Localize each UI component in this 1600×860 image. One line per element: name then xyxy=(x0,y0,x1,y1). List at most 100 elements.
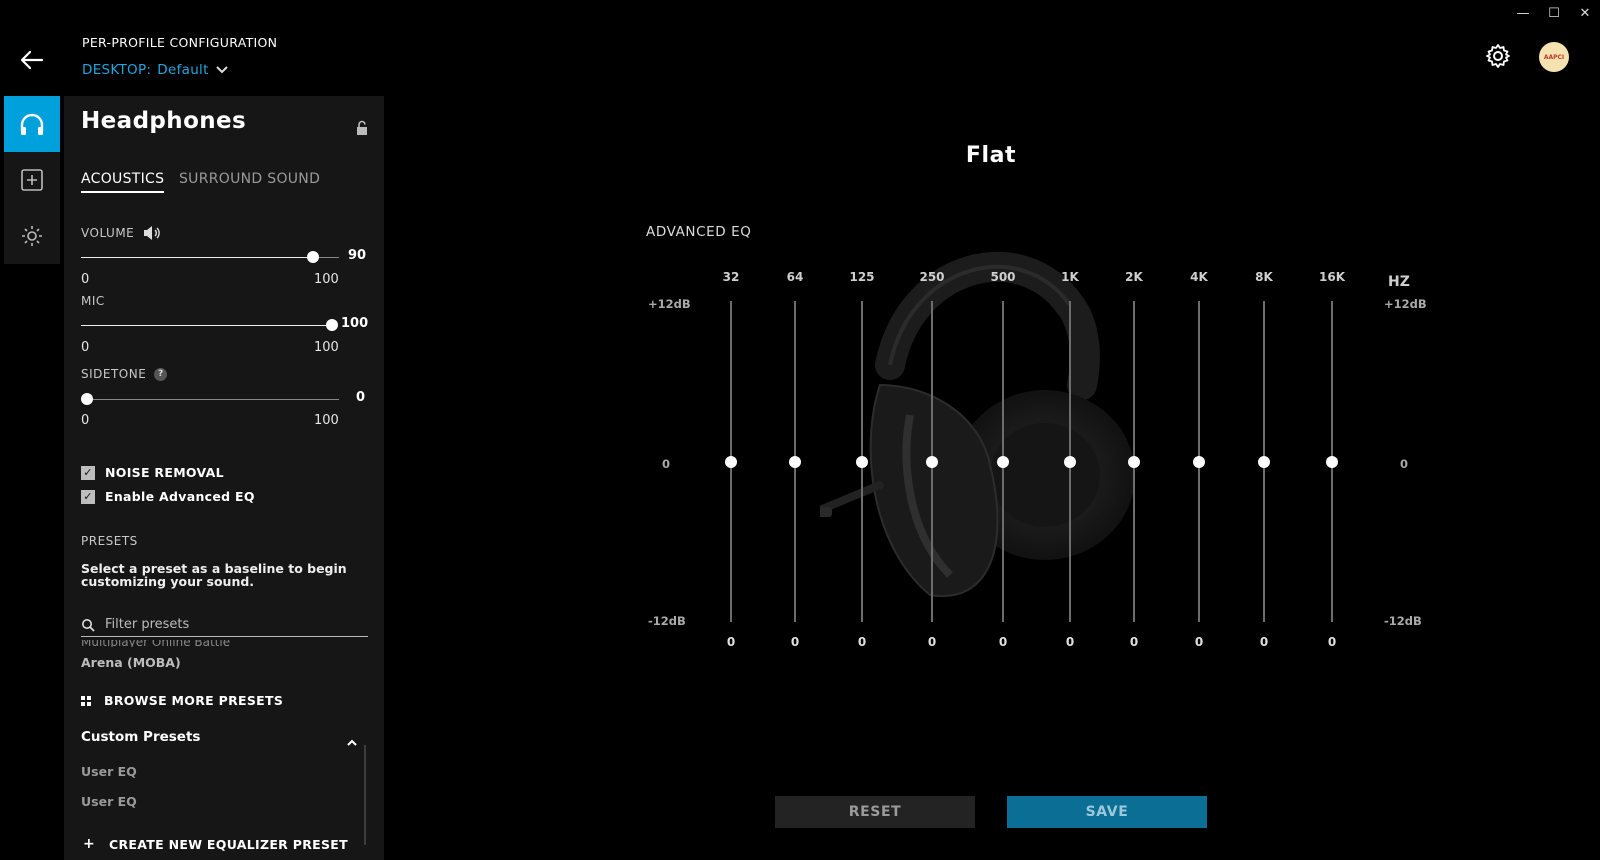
profile-name: Default xyxy=(157,62,209,78)
close-button[interactable]: ✕ xyxy=(1577,6,1593,22)
lock-open-icon[interactable] xyxy=(355,120,369,136)
band-slider-thumb[interactable] xyxy=(926,455,938,468)
sidetone-slider-thumb[interactable] xyxy=(81,393,93,405)
mic-slider[interactable] xyxy=(81,319,338,331)
band-value: 0 xyxy=(726,635,736,649)
db-bottom-left: -12dB xyxy=(648,614,686,628)
band-frequency: 250 xyxy=(919,270,945,284)
mic-max: 100 xyxy=(314,340,339,355)
eq-band: 250 0 xyxy=(907,270,957,650)
band-slider-thumb[interactable] xyxy=(789,455,801,468)
profile-prefix: DESKTOP: xyxy=(82,62,152,78)
noise-removal-toggle[interactable]: ✓ NOISE REMOVAL xyxy=(81,465,224,480)
minimize-button[interactable]: — xyxy=(1515,6,1531,22)
band-frequency: 1K xyxy=(1061,270,1079,284)
advanced-eq-toggle[interactable]: ✓ Enable Advanced EQ xyxy=(81,489,255,504)
advanced-eq-heading: ADVANCED EQ xyxy=(646,224,752,240)
band-frequency: 16K xyxy=(1319,270,1345,284)
page-title: PER-PROFILE CONFIGURATION xyxy=(82,35,278,50)
sidetone-min: 0 xyxy=(81,413,90,428)
noise-removal-checkbox[interactable]: ✓ xyxy=(81,465,95,480)
band-frequency: 500 xyxy=(990,270,1016,284)
grid-icon xyxy=(81,695,91,706)
band-value: 0 xyxy=(998,635,1008,649)
advanced-eq-label: Enable Advanced EQ xyxy=(105,489,255,504)
mic-min: 0 xyxy=(81,340,90,355)
band-value: 0 xyxy=(1259,635,1269,649)
sidetone-label-text: SIDETONE xyxy=(81,367,147,381)
chevron-up-icon[interactable] xyxy=(346,733,358,746)
band-value: 0 xyxy=(927,635,937,649)
plus-icon: + xyxy=(83,836,96,852)
back-arrow-icon[interactable] xyxy=(18,46,46,74)
device-rail xyxy=(4,96,60,264)
presets-heading: PRESETS xyxy=(81,534,138,548)
volume-label-text: VOLUME xyxy=(81,226,135,240)
advanced-eq-checkbox[interactable]: ✓ xyxy=(81,489,95,504)
sidetone-label: SIDETONE ? xyxy=(81,367,168,381)
band-slider-thumb[interactable] xyxy=(1258,455,1270,468)
avatar[interactable]: AAPCI xyxy=(1539,42,1569,72)
volume-slider-fill xyxy=(81,257,314,258)
volume-value: 90 xyxy=(348,248,367,263)
tab-surround-sound[interactable]: SURROUND SOUND xyxy=(179,171,320,187)
reset-button[interactable]: RESET xyxy=(775,796,975,828)
volume-min: 0 xyxy=(81,272,90,287)
sidetone-max: 100 xyxy=(314,413,339,428)
filter-presets-input[interactable] xyxy=(105,617,355,632)
band-slider-thumb[interactable] xyxy=(1326,455,1338,468)
save-button[interactable]: SAVE xyxy=(1007,796,1207,828)
band-value: 0 xyxy=(790,635,800,649)
browse-more-presets-label: BROWSE MORE PRESETS xyxy=(104,693,284,708)
volume-slider[interactable] xyxy=(81,251,339,263)
band-slider-thumb[interactable] xyxy=(725,455,737,468)
band-slider-thumb[interactable] xyxy=(997,455,1009,468)
hz-label: HZ xyxy=(1388,274,1410,290)
eq-band: 4K 0 xyxy=(1174,270,1224,650)
custom-presets-scrollbar[interactable] xyxy=(364,745,366,845)
eq-band: 2K 0 xyxy=(1109,270,1159,650)
eq-band: 1K 0 xyxy=(1045,270,1095,650)
db-top-left: +12dB xyxy=(648,297,691,311)
maximize-button[interactable]: ☐ xyxy=(1546,6,1562,22)
band-frequency: 64 xyxy=(786,270,804,284)
volume-max: 100 xyxy=(314,272,339,287)
create-equalizer-preset-button[interactable]: + CREATE NEW EQUALIZER PRESET xyxy=(83,836,348,852)
speaker-icon xyxy=(144,226,161,240)
mic-slider-thumb[interactable] xyxy=(326,319,338,331)
chevron-down-icon xyxy=(215,66,228,74)
custom-preset-item[interactable]: User EQ xyxy=(81,764,137,779)
filter-presets-field[interactable] xyxy=(81,613,368,637)
custom-preset-item[interactable]: User EQ xyxy=(81,794,137,809)
eq-band: 8K 0 xyxy=(1239,270,1289,650)
eq-band: 500 0 xyxy=(978,270,1028,650)
panel-title: Headphones xyxy=(81,108,247,134)
browse-more-presets-button[interactable]: BROWSE MORE PRESETS xyxy=(81,693,283,708)
mic-label: MIC xyxy=(81,294,105,308)
band-slider-thumb[interactable] xyxy=(856,455,868,468)
band-frequency: 8K xyxy=(1255,270,1273,284)
preset-item-partial[interactable]: Multiplayer Online Battle xyxy=(81,640,230,647)
band-value: 0 xyxy=(1129,635,1139,649)
tab-acoustics[interactable]: ACOUSTICS xyxy=(81,171,165,193)
band-frequency: 2K xyxy=(1125,270,1143,284)
band-slider-thumb[interactable] xyxy=(1193,455,1205,468)
presets-description: Select a preset as a baseline to begin c… xyxy=(81,561,347,589)
band-slider-thumb[interactable] xyxy=(1064,455,1076,468)
preset-item-moba[interactable]: Arena (MOBA) xyxy=(81,655,181,670)
sidetone-slider[interactable] xyxy=(81,393,339,405)
db-mid-left: 0 xyxy=(662,457,671,471)
eq-band: 125 0 xyxy=(837,270,887,650)
help-icon[interactable]: ? xyxy=(154,367,168,381)
eq-band: 32 0 xyxy=(706,270,756,650)
db-top-right: +12dB xyxy=(1384,297,1427,311)
band-slider-thumb[interactable] xyxy=(1128,455,1140,468)
profile-selector[interactable]: DESKTOP: Default xyxy=(82,62,229,78)
mic-label-text: MIC xyxy=(81,294,105,308)
rail-item-lightsync[interactable] xyxy=(4,208,60,264)
band-frequency: 4K xyxy=(1190,270,1208,284)
db-bottom-right: -12dB xyxy=(1384,614,1422,628)
add-box-icon xyxy=(21,169,43,191)
settings-gear-icon[interactable] xyxy=(1485,43,1511,69)
eq-band: 16K 0 xyxy=(1307,270,1357,650)
